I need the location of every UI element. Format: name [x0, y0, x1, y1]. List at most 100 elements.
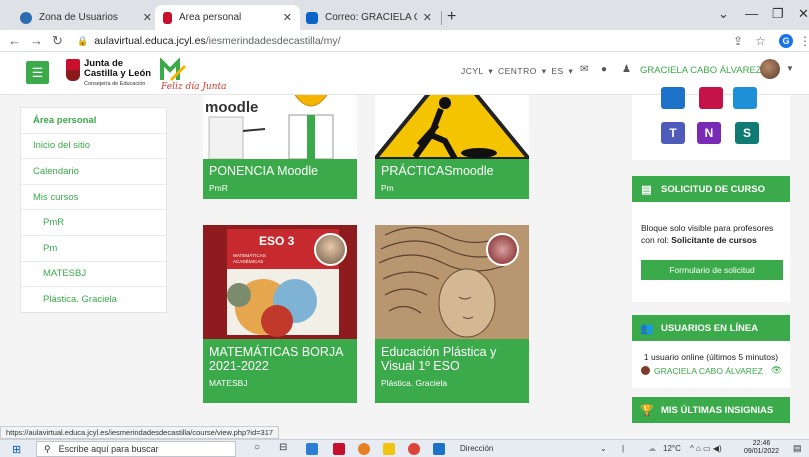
svg-text:MATEMÁTICAS: MATEMÁTICAS	[233, 252, 266, 258]
new-tab-button[interactable]: +	[447, 8, 456, 26]
outlook-taskbar-icon[interactable]	[433, 443, 445, 455]
reload-icon[interactable]: ↻	[52, 33, 63, 49]
tab-correo[interactable]: Correo: GRACIELA CABO ÁLVARE ✕	[298, 5, 440, 30]
course-card-plastica[interactable]: Educación Plástica y Visual 1º ESO Plást…	[375, 225, 529, 403]
temperature-text[interactable]: 12°C	[663, 444, 681, 453]
bookmark-star-icon[interactable]: ☆	[755, 34, 766, 48]
user-avatar[interactable]	[760, 59, 780, 79]
jcyl-shield-logo	[66, 59, 80, 81]
outlook-icon	[306, 11, 318, 24]
menu-kebab-icon[interactable]: ⋮	[799, 34, 809, 48]
share-icon[interactable]: ⇪	[733, 34, 743, 48]
link-status-url: https://aulavirtual.educa.jcyl.es/iesmer…	[0, 426, 280, 439]
jcyl-logo-text[interactable]: Junta de Castilla y León	[84, 59, 151, 79]
taskbar-app-icon[interactable]	[358, 443, 370, 455]
powerapps-icon[interactable]	[699, 87, 723, 109]
svg-text:moodle: moodle	[205, 99, 258, 116]
online-user-item[interactable]: GRACIELA CABO ÁLVAREZ 👁	[641, 365, 782, 376]
eye-icon[interactable]: 👁	[771, 365, 782, 376]
address-bar-row: ← → ↻ 🔒 aulavirtual.educa.jcyl.es /iesme…	[0, 30, 809, 52]
outlook-app-icon[interactable]	[661, 87, 685, 109]
nav-course-pm[interactable]: Pm	[21, 236, 166, 262]
svg-text:Feliz día Junta: Feliz día Junta	[160, 81, 227, 92]
nav-calendario[interactable]: Calendario	[21, 159, 166, 185]
cortana-icon[interactable]: ○	[254, 442, 260, 453]
svg-text:ACADÉMICAS: ACADÉMICAS	[233, 258, 263, 264]
course-image-ponencia: moodle	[203, 95, 357, 159]
maximize-button[interactable]: ❐	[772, 6, 784, 22]
minimize-button[interactable]: —	[745, 6, 758, 21]
chrome-icon[interactable]	[408, 443, 420, 455]
onedrive-icon[interactable]	[733, 87, 757, 109]
url-input[interactable]: 🔒 aulavirtual.educa.jcyl.es /iesmerindad…	[77, 32, 717, 50]
mail-icon[interactable]: ✉	[580, 64, 588, 75]
svg-text:ESO 3: ESO 3	[259, 234, 295, 248]
feliz-dia-logo[interactable]: Feliz día Junta	[159, 58, 229, 92]
close-window-button[interactable]: ✕	[798, 6, 809, 22]
search-icon: ⚲	[44, 443, 51, 454]
jcyl-favicon-icon	[163, 11, 172, 24]
sway-icon[interactable]: S	[735, 122, 759, 144]
course-card-ponencia[interactable]: moodle PONENCIA Moodle PmR	[203, 95, 357, 199]
course-image-practicas	[375, 95, 529, 159]
left-navigation: Área personal Inicio del sitio Calendari…	[20, 107, 167, 313]
header-menu[interactable]: JCYL ▾ CENTRO ▾ ES ▾	[461, 66, 573, 77]
course-card-practicas[interactable]: PRÁCTICASmoodle Pm	[375, 95, 529, 199]
globe-icon	[20, 11, 32, 24]
nav-course-matesbj[interactable]: MATESBJ	[21, 262, 166, 288]
windows-start-icon[interactable]: ⊞	[12, 443, 21, 456]
weather-icon: ☁	[648, 444, 656, 453]
close-icon[interactable]: ✕	[423, 11, 432, 24]
chat-icon[interactable]: ●	[601, 64, 607, 75]
tab-zona-usuarios[interactable]: Zona de Usuarios ✕	[12, 5, 160, 30]
bell-icon[interactable]: ♟	[622, 64, 631, 75]
nav-course-plastica[interactable]: Plástica. Graciela	[21, 287, 166, 313]
form-icon: ▤	[641, 183, 652, 196]
forward-icon[interactable]: →	[30, 33, 43, 48]
hamburger-menu-button[interactable]: ☰	[26, 61, 49, 84]
tab-separator	[441, 11, 442, 25]
teams-icon[interactable]: T	[661, 122, 685, 144]
taskbar-search-input[interactable]: ⚲ Escribe aquí para buscar	[36, 441, 236, 457]
taskbar-app-icon[interactable]	[306, 443, 318, 455]
usuarios-en-linea-block: 1 usuario online (últimos 5 minutos) GRA…	[632, 341, 790, 388]
tab-search-icon[interactable]: ⌄	[718, 6, 729, 22]
solicitud-curso-header: ▤ SOLICITUD DE CURSO	[632, 176, 790, 202]
address-toolbar-label: Dirección	[460, 444, 494, 453]
nav-course-pmr[interactable]: PmR	[21, 210, 166, 236]
windows-taskbar: ⊞ ⚲ Escribe aquí para buscar ○ ⊟ Direcci…	[0, 439, 809, 457]
nav-inicio-del-sitio[interactable]: Inicio del sitio	[21, 134, 166, 160]
online-count-text: 1 usuario online (últimos 5 minutos)	[643, 352, 779, 362]
lock-icon: 🔒	[77, 35, 89, 46]
profile-avatar[interactable]: G	[779, 34, 793, 48]
trophy-icon: 🏆	[640, 404, 654, 417]
tab-area-personal[interactable]: Área personal ✕	[155, 5, 300, 30]
teacher-avatar	[486, 233, 519, 266]
nav-area-personal[interactable]: Área personal	[21, 108, 166, 134]
course-card-matematicas[interactable]: ESO 3 MATEMÁTICAS ACADÉMICAS MATEMÁTICAS…	[203, 225, 357, 403]
taskbar-app-icon[interactable]	[333, 443, 345, 455]
clock[interactable]: 22:46 09/01/2022	[744, 440, 779, 456]
jcyl-logo-subtitle: Consejería de Educación	[84, 81, 146, 87]
tray-icons[interactable]: ^ ⌂ ▭ ◀)	[690, 444, 722, 453]
browser-tab-bar: Zona de Usuarios ✕ Área personal ✕ Corre…	[0, 0, 809, 30]
solicitud-text: Bloque solo visible para profesores con …	[641, 223, 774, 245]
chevron-down-icon[interactable]: ⌄	[600, 444, 607, 453]
teacher-avatar	[314, 233, 347, 266]
nav-mis-cursos[interactable]: Mis cursos	[21, 185, 166, 211]
back-icon[interactable]: ←	[8, 33, 21, 48]
chevron-down-icon[interactable]: ▼	[786, 64, 794, 73]
onenote-icon[interactable]: N	[697, 122, 721, 144]
usuarios-en-linea-header: 👥 USUARIOS EN LÍNEA	[632, 315, 790, 341]
task-view-icon[interactable]: ⊟	[279, 442, 287, 453]
close-icon[interactable]: ✕	[143, 11, 152, 24]
office-apps-block: T N S	[632, 87, 790, 160]
file-explorer-icon[interactable]	[383, 443, 395, 455]
formulario-solicitud-button[interactable]: Formulario de solicitud	[641, 260, 783, 280]
notifications-icon[interactable]: ▤	[793, 443, 802, 454]
user-menu-name[interactable]: GRACIELA CABO ÁLVAREZ	[640, 65, 762, 76]
user-mini-avatar	[641, 366, 650, 375]
users-icon: 👥	[640, 322, 654, 335]
solicitud-curso-block: Bloque solo visible para profesores con …	[632, 202, 790, 302]
close-icon[interactable]: ✕	[283, 11, 292, 24]
